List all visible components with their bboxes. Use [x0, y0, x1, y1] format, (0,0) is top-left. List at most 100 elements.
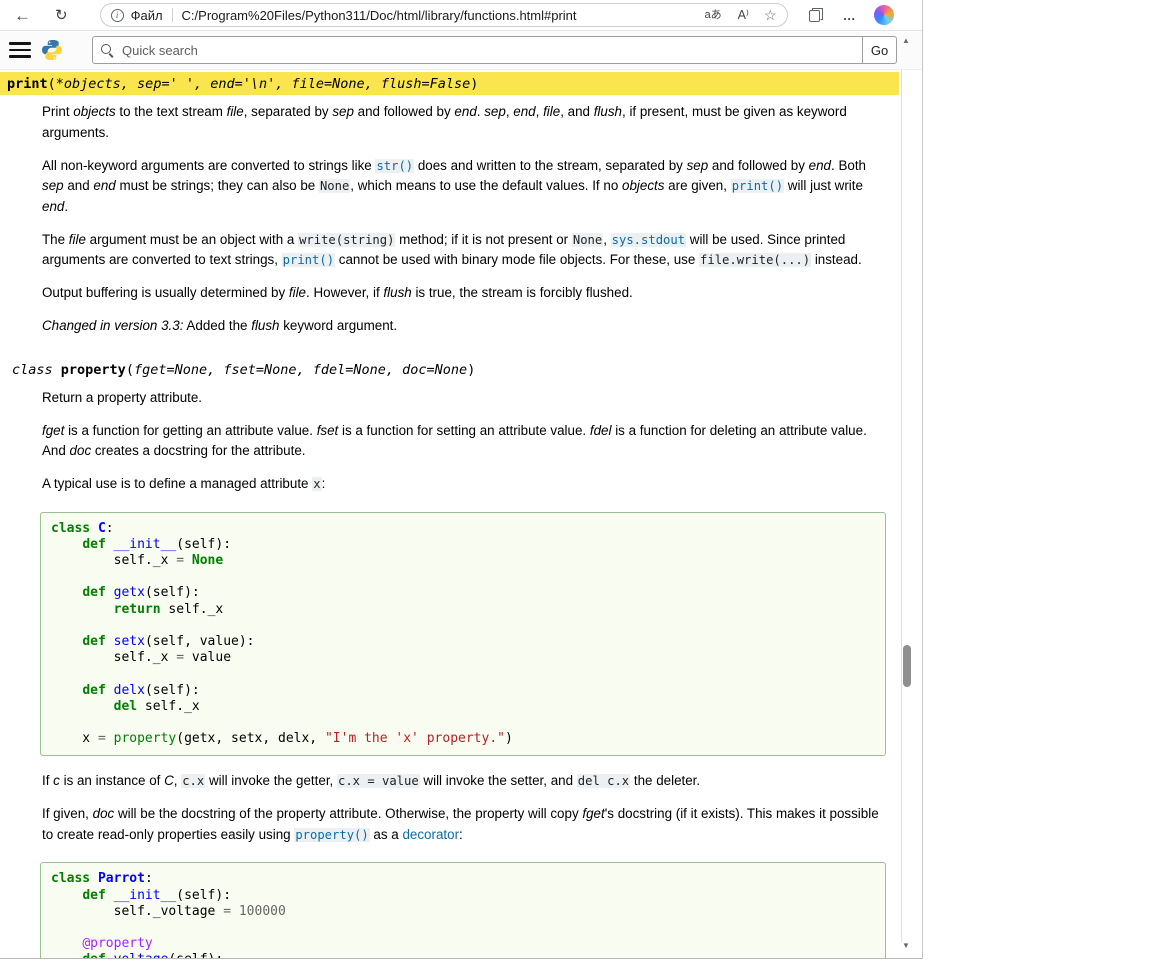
inline-code: c.x = value [337, 774, 420, 788]
code-token: (self): [145, 683, 200, 698]
code-token: x [51, 731, 98, 746]
code-token: self._voltage [51, 904, 223, 919]
browser-toolbar: ← ↻ i Файл C:/Program%20Files/Python311/… [0, 0, 922, 31]
property-description: Return a property attribute. fget is a f… [42, 388, 886, 960]
emphasis-text: end [93, 178, 115, 193]
refresh-icon[interactable]: ↻ [55, 8, 68, 23]
favorite-star-icon[interactable]: ☆ [764, 8, 777, 22]
code-token [106, 888, 114, 903]
code-token: print [7, 76, 48, 92]
address-divider [172, 8, 173, 22]
translate-icon[interactable]: аあ [704, 10, 721, 21]
emphasis-text: sep [332, 104, 354, 119]
python-logo-icon[interactable] [40, 38, 64, 62]
emphasis-text: doc [70, 443, 92, 458]
menu-icon[interactable] [9, 42, 31, 58]
paragraph: fget is a function for getting an attrib… [42, 421, 886, 462]
code-token: = [223, 904, 231, 919]
scrollbar-track[interactable] [901, 70, 902, 942]
code-token: @property [82, 936, 152, 951]
paragraph: Output buffering is usually determined b… [42, 283, 886, 304]
code-token [106, 537, 114, 552]
emphasis-text: sep [687, 158, 709, 173]
emphasis-text: fset [317, 423, 339, 438]
code-token: def [82, 952, 105, 959]
page-info-icon[interactable]: i [111, 9, 124, 22]
read-aloud-icon[interactable]: A⁾ [738, 9, 749, 22]
code-token: def [82, 537, 105, 552]
code-token [51, 537, 82, 552]
code-token [106, 683, 114, 698]
text-link[interactable]: decorator [402, 827, 459, 842]
docs-content: print(*objects, sep=' ', end='\n', file=… [0, 70, 899, 959]
inline-code: None [572, 233, 603, 247]
code-token: property [61, 362, 126, 378]
paragraph: If given, doc will be the docstring of t… [42, 804, 886, 845]
code-token: self._x [51, 553, 176, 568]
emphasis-text: file [69, 232, 86, 247]
code-token: def [82, 888, 105, 903]
emphasis-text: flush [594, 104, 622, 119]
code-token: class [12, 362, 61, 378]
code-token [51, 585, 82, 600]
code-token: (getx, setx, delx, [176, 731, 325, 746]
emphasis-text: fget [42, 423, 64, 438]
code-token [184, 553, 192, 568]
inline-code-link[interactable]: print() [731, 179, 784, 193]
scrollbar-up-arrow[interactable]: ▲ [902, 36, 910, 45]
code-token [106, 585, 114, 600]
property-code-example: class C: def __init__(self): self._x = N… [40, 512, 886, 757]
copilot-icon[interactable] [874, 5, 894, 25]
code-token: property [114, 731, 177, 746]
scrollbar-down-arrow[interactable]: ▼ [902, 941, 910, 950]
inline-code: None [319, 179, 350, 193]
scrollbar-thumb[interactable] [903, 645, 911, 687]
inline-code: write(string) [298, 233, 395, 247]
emphasis-text: file [227, 104, 244, 119]
code-token [51, 952, 82, 959]
search-icon [101, 44, 114, 57]
emphasis-text: end [809, 158, 831, 173]
code-token: = [176, 650, 184, 665]
inline-code-link[interactable]: sys.stdout [611, 233, 686, 247]
code-token: None [192, 553, 223, 568]
code-token: ) [467, 362, 475, 378]
code-token: value [184, 650, 231, 665]
search-input[interactable] [114, 43, 862, 58]
inline-code-link[interactable]: str() [375, 159, 414, 173]
emphasis-text: file [289, 285, 306, 300]
paragraph: If c is an instance of C, c.x will invok… [42, 771, 886, 792]
emphasis-text: Changed in version 3.3: [42, 318, 183, 333]
code-token [90, 521, 98, 536]
emphasis-text: end [42, 199, 64, 214]
code-token: voltage [114, 952, 169, 959]
inline-code: file.write(...) [699, 253, 811, 267]
code-token [90, 871, 98, 886]
emphasis-text: C [164, 773, 174, 788]
code-token: : [145, 871, 153, 886]
code-token: __init__ [114, 888, 177, 903]
address-bar[interactable]: i Файл C:/Program%20Files/Python311/Doc/… [100, 3, 788, 27]
paragraph: The file argument must be an object with… [42, 230, 886, 271]
code-token [51, 936, 82, 951]
emphasis-text: fdel [590, 423, 612, 438]
inline-code-link[interactable]: print() [282, 253, 335, 267]
code-token: delx [114, 683, 145, 698]
paragraph: Print objects to the text stream file, s… [42, 102, 886, 143]
print-description: Print objects to the text stream file, s… [42, 102, 886, 337]
code-token: = [98, 731, 106, 746]
code-token: class [51, 521, 90, 536]
code-token: self._x [51, 650, 176, 665]
inline-code: del c.x [577, 774, 630, 788]
back-icon[interactable]: ← [14, 7, 31, 24]
code-token: def [82, 585, 105, 600]
code-token: (self, value): [145, 634, 255, 649]
more-options-icon[interactable]: … [843, 9, 857, 22]
property-signature: class property(fget=None, fset=None, fde… [0, 358, 899, 381]
collections-icon[interactable] [808, 7, 824, 23]
url-text: C:/Program%20Files/Python311/Doc/html/li… [182, 8, 577, 23]
browser-window: ← ↻ i Файл C:/Program%20Files/Python311/… [0, 0, 923, 959]
go-button[interactable]: Go [862, 37, 896, 63]
inline-code-link[interactable]: property() [294, 828, 369, 842]
paragraph: All non-keyword arguments are converted … [42, 156, 886, 218]
